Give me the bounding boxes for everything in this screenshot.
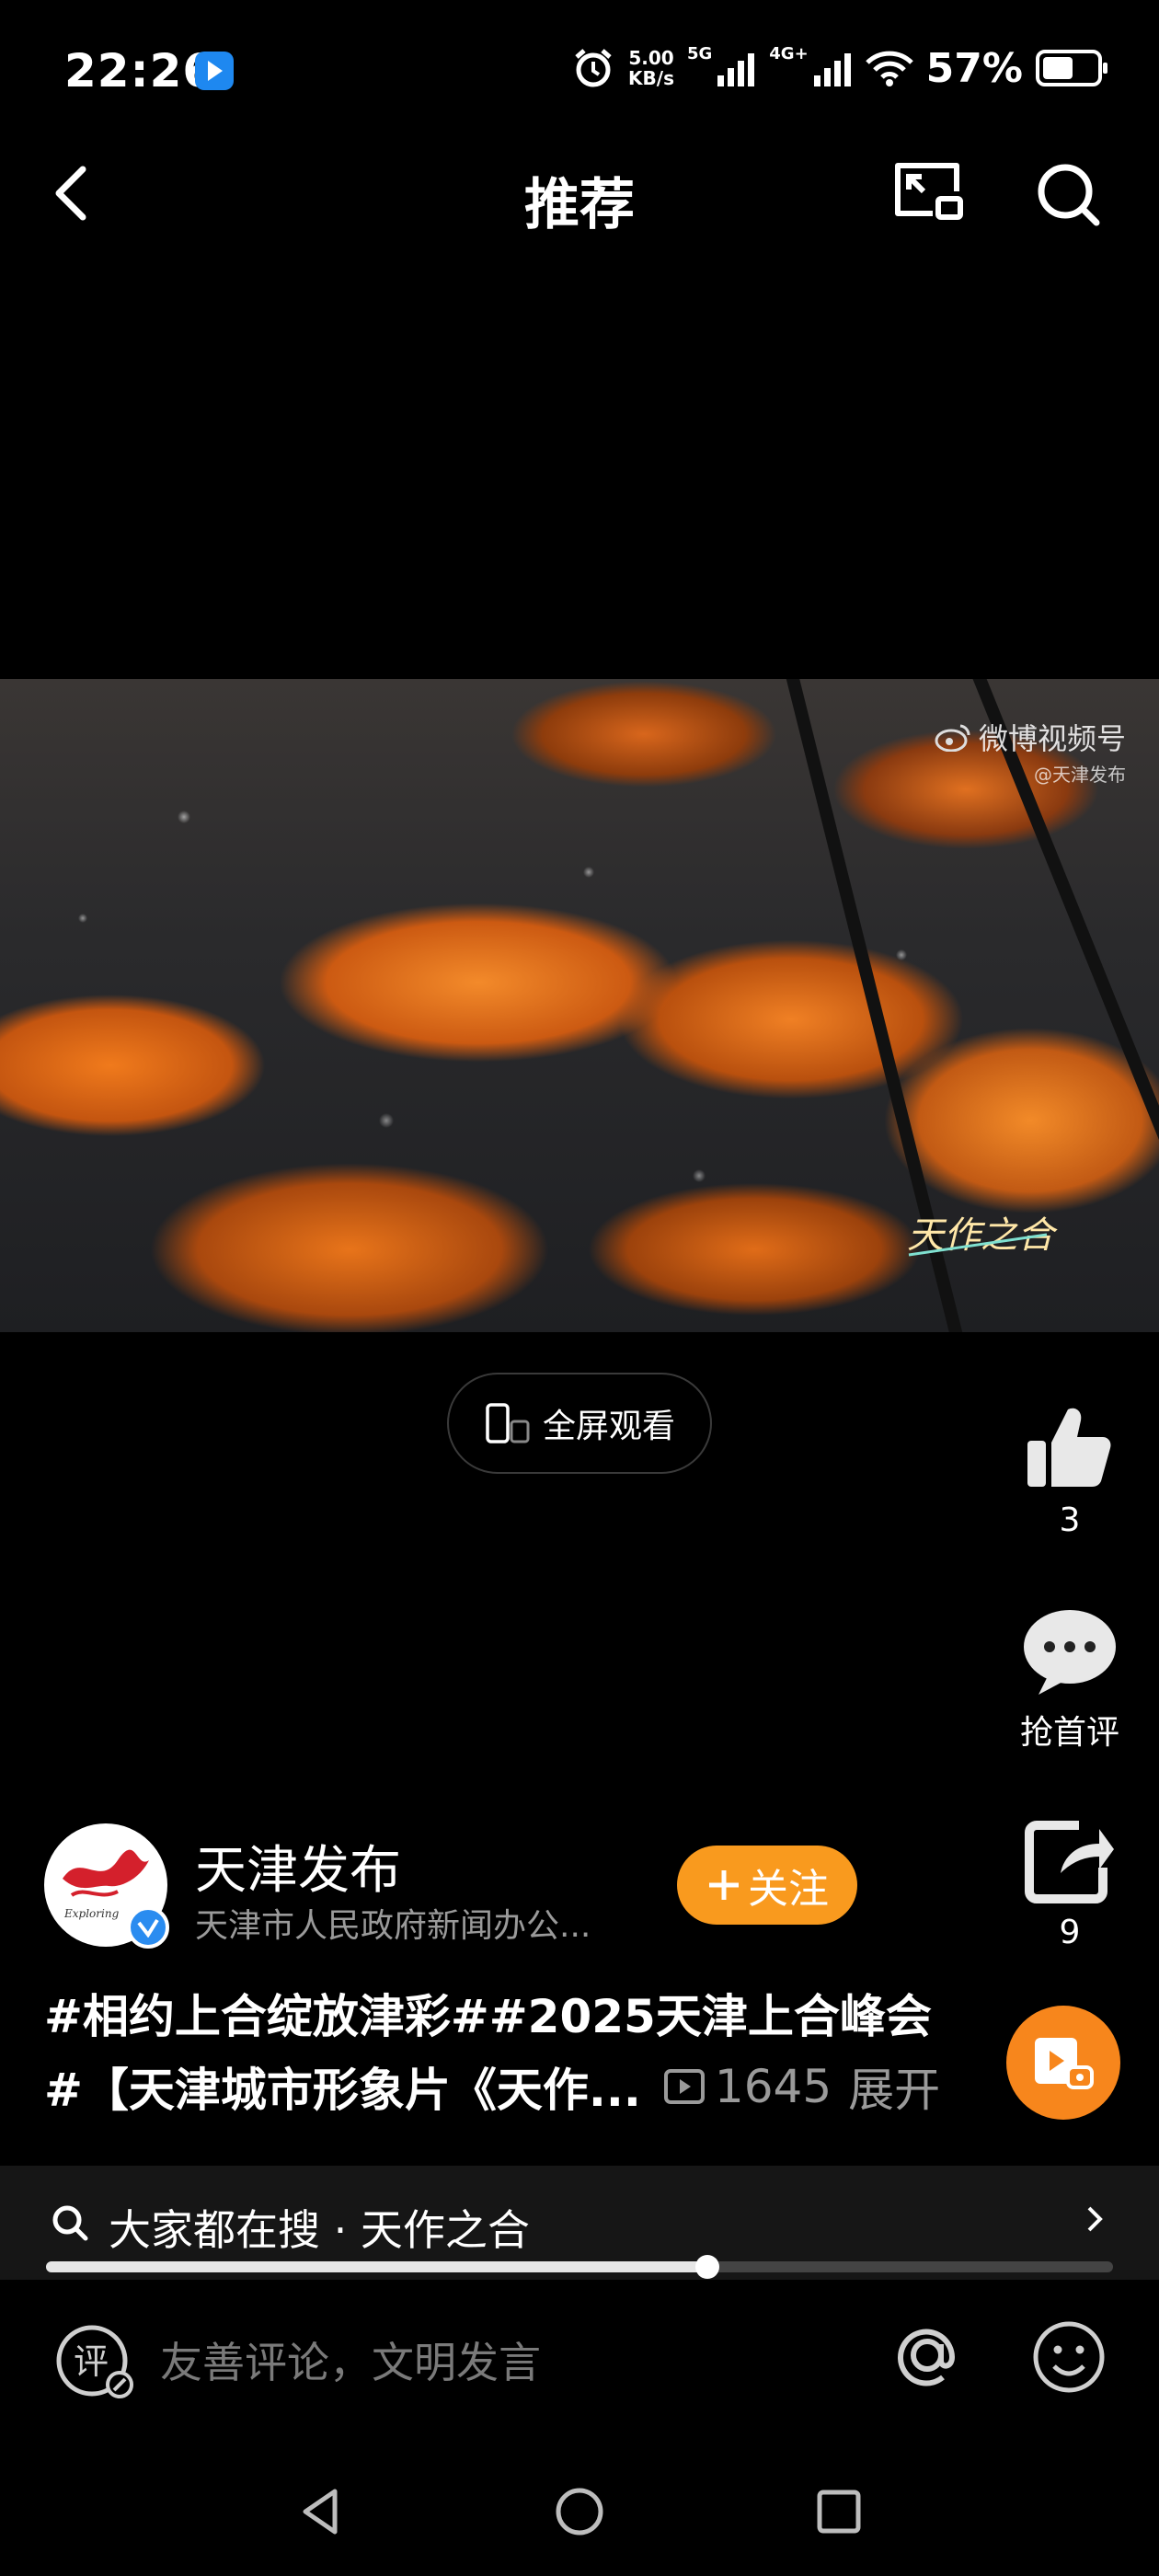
play-count-icon — [663, 2069, 705, 2104]
verified-badge-icon — [127, 1906, 169, 1949]
app-notification-icon — [195, 52, 234, 90]
comment-icon-char: 评 — [74, 2341, 109, 2382]
signal-5g-icon — [717, 50, 756, 86]
fullscreen-label: 全屏观看 — [542, 1408, 675, 1445]
write-comment-icon[interactable]: 评 — [53, 2322, 136, 2405]
post-caption: #【天津城市形象片《天作... — [44, 2064, 641, 2117]
net-4g-label: 4G+ — [769, 44, 809, 63]
svg-text:Exploring: Exploring — [63, 1907, 120, 1920]
mention-at-icon[interactable] — [890, 2318, 964, 2396]
plus-icon — [709, 1870, 739, 1900]
alarm-icon — [571, 46, 615, 90]
battery-percent: 57% — [925, 44, 1023, 92]
system-navigation-bar — [0, 2466, 1159, 2558]
view-count: 1645 — [663, 2060, 832, 2113]
emoji-icon[interactable] — [1030, 2318, 1107, 2399]
page-title: 推荐 — [524, 173, 635, 237]
status-indicators: 5.00 KB/s 5G 4G+ 57% — [571, 40, 1107, 96]
status-bar: 22:26 5.00 KB/s 5G 4G+ 57% — [0, 0, 1159, 138]
video-clip-icon — [1035, 2038, 1094, 2089]
expand-button[interactable]: 展开 — [848, 2053, 940, 2120]
comment-button[interactable]: 抢首评 — [996, 1606, 1143, 1754]
post-hashtags[interactable]: #相约上合绽放津彩##2025天津上合峰会 — [44, 1980, 932, 2046]
weibo-logo-icon — [935, 724, 970, 752]
like-button[interactable]: 3 — [996, 1404, 1143, 1539]
comment-label: 抢首评 — [1019, 1714, 1119, 1752]
fullscreen-button[interactable]: 全屏观看 — [447, 1373, 712, 1474]
progress-fill — [46, 2261, 708, 2272]
battery-icon — [1036, 50, 1107, 86]
share-button[interactable]: 9 — [996, 1820, 1143, 1951]
comment-input[interactable]: 友善评论，文明发言 — [160, 2329, 541, 2390]
weibo-watermark: 微博视频号 @天津发布 — [935, 716, 1126, 787]
status-time: 22:26 — [64, 44, 216, 98]
progress-thumb[interactable] — [695, 2255, 720, 2279]
net-5g-label: 5G — [686, 44, 713, 63]
follow-button[interactable]: 关注 — [677, 1846, 857, 1925]
video-player[interactable]: 微博视频号 @天津发布 天作之合 — [0, 679, 1159, 1332]
share-icon — [1025, 1821, 1114, 1903]
net-speed: 5.00 KB/s — [628, 47, 674, 89]
floating-video-button[interactable] — [1006, 2006, 1120, 2120]
mini-window-icon[interactable] — [889, 156, 966, 230]
video-progress-bar[interactable] — [46, 2255, 1113, 2279]
author-name[interactable]: 天津发布 — [195, 1829, 401, 1903]
author-description: 天津市人民政府新闻办公... — [195, 1907, 591, 1945]
thumbs-up-icon — [1027, 1408, 1111, 1487]
system-home-icon[interactable] — [552, 2484, 607, 2543]
chevron-right-icon — [1082, 2199, 1109, 2243]
like-count: 3 — [1059, 1501, 1081, 1539]
search-suggestion-text: 大家都在搜 · 天作之合 — [109, 2205, 530, 2255]
author-avatar[interactable]: Exploring — [44, 1823, 169, 1949]
brand-logo: 天作之合 — [901, 1203, 1058, 1268]
wifi-icon — [865, 50, 913, 86]
top-nav-bar: 推荐 — [0, 138, 1159, 248]
system-back-icon[interactable] — [294, 2484, 350, 2543]
comment-bar: 评 友善评论，文明发言 — [0, 2291, 1159, 2429]
share-count: 9 — [1059, 1914, 1081, 1951]
battery-fill — [1043, 57, 1073, 79]
comment-bubble-icon — [1024, 1610, 1116, 1695]
search-icon[interactable] — [1030, 156, 1107, 230]
rotate-phone-icon — [486, 1403, 530, 1443]
search-small-icon — [50, 2202, 90, 2247]
signal-4g-icon — [813, 50, 853, 86]
system-recents-icon[interactable] — [811, 2484, 866, 2543]
post-caption-row[interactable]: #【天津城市形象片《天作... 1645 展开 — [44, 2053, 940, 2120]
